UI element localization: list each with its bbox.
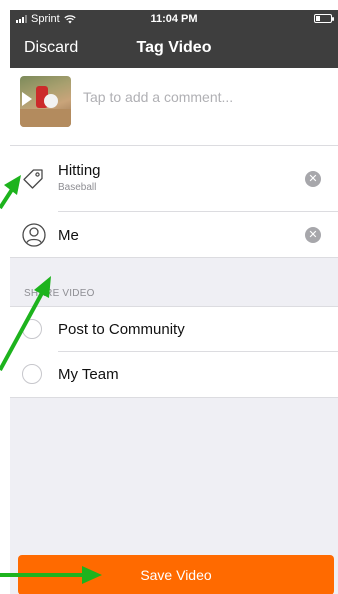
status-bar: Sprint 11:04 PM — [10, 10, 338, 28]
clear-icon[interactable]: ✕ — [305, 227, 321, 243]
clear-icon[interactable]: ✕ — [305, 171, 321, 187]
status-time: 11:04 PM — [150, 13, 198, 25]
tag-subtitle: Baseball — [58, 182, 97, 193]
discard-button[interactable]: Discard — [24, 39, 78, 57]
tag-row-person[interactable]: Me ✕ — [10, 212, 338, 258]
thumbnail-catcher — [44, 94, 58, 108]
row-divider — [10, 257, 338, 258]
nav-bar: Discard Tag Video — [10, 28, 338, 68]
save-video-button[interactable]: Save Video — [18, 555, 334, 594]
tag-icon — [23, 169, 43, 189]
radio-button[interactable] — [22, 319, 42, 339]
share-option-community[interactable]: Post to Community — [10, 306, 338, 352]
comment-row — [10, 68, 338, 146]
battery-level — [316, 16, 320, 21]
section-header-share: SHARE VIDEO — [24, 288, 95, 299]
person-icon — [22, 223, 46, 247]
video-thumbnail[interactable] — [20, 76, 71, 127]
share-option-team[interactable]: My Team — [10, 352, 338, 398]
comment-input[interactable] — [83, 86, 323, 108]
row-divider — [10, 397, 338, 398]
person-title: Me — [58, 227, 79, 244]
battery-icon — [314, 14, 334, 23]
thumbnail-field — [20, 109, 71, 127]
share-option-label: Post to Community — [58, 321, 185, 338]
tag-row-activity[interactable]: Hitting Baseball ✕ — [10, 146, 338, 212]
tag-title: Hitting — [58, 162, 101, 179]
phone-screen: Sprint 11:04 PM Discard Tag Video Hittin… — [10, 10, 338, 594]
share-option-label: My Team — [58, 366, 119, 383]
radio-button[interactable] — [22, 364, 42, 384]
play-icon — [22, 92, 32, 106]
